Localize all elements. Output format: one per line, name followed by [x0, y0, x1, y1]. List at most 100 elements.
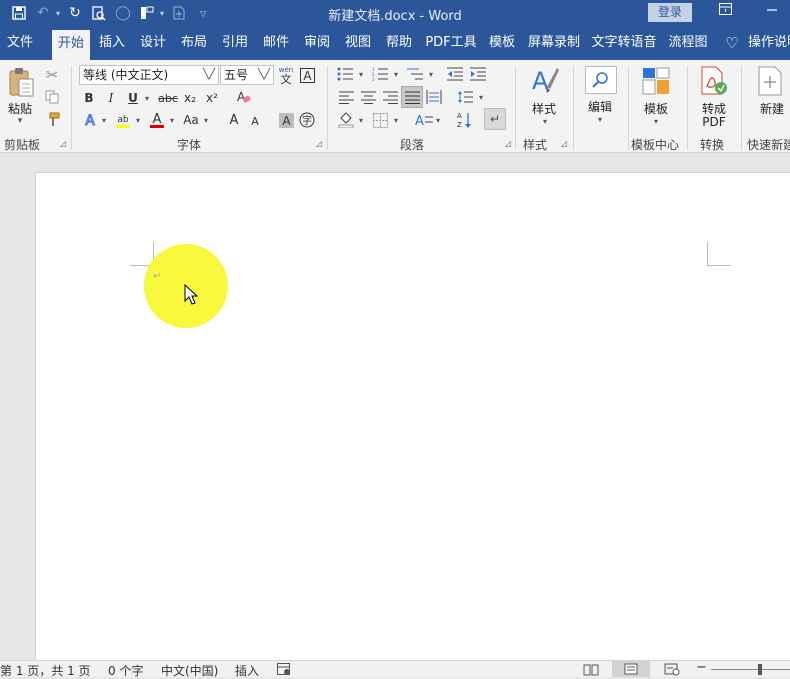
- tab-home[interactable]: 开始: [52, 30, 90, 60]
- align-center-icon[interactable]: [359, 88, 377, 106]
- format-painter-icon[interactable]: [43, 110, 61, 128]
- new-button[interactable]: 新建: [754, 100, 790, 117]
- text-effects-dropdown-icon[interactable]: ▾: [99, 111, 109, 129]
- tab-file[interactable]: 文件: [0, 26, 40, 60]
- font-launcher-icon[interactable]: ◿: [316, 139, 322, 148]
- bold-button[interactable]: B: [82, 89, 96, 107]
- borders-dropdown-icon[interactable]: ▾: [391, 111, 401, 129]
- text-effects-icon[interactable]: A: [82, 111, 98, 129]
- shading-icon[interactable]: [337, 111, 355, 129]
- tab-mailings[interactable]: 邮件: [258, 26, 294, 60]
- lightbulb-icon[interactable]: ♡: [722, 26, 742, 60]
- paste-button[interactable]: 粘贴: [5, 100, 35, 117]
- enclose-char-icon[interactable]: 字: [298, 111, 316, 129]
- increase-indent-icon[interactable]: [469, 65, 487, 83]
- tab-insert[interactable]: 插入: [94, 26, 130, 60]
- pdf-icon[interactable]: [698, 66, 728, 96]
- font-color-dropdown-icon[interactable]: ▾: [167, 111, 177, 129]
- insert-mode[interactable]: 插入: [235, 662, 259, 679]
- paste-icon[interactable]: [6, 66, 36, 98]
- minimize-icon[interactable]: [766, 4, 778, 20]
- word-count[interactable]: 0 个字: [108, 662, 143, 679]
- tab-layout[interactable]: 布局: [176, 26, 212, 60]
- font-size-combo[interactable]: 五号 ╲╱: [220, 65, 274, 85]
- tab-view[interactable]: 视图: [340, 26, 376, 60]
- font-name-combo[interactable]: 等线 (中文正文) ╲╱: [79, 65, 219, 85]
- tab-design[interactable]: 设计: [135, 26, 171, 60]
- bullets-icon[interactable]: [336, 65, 354, 83]
- document-canvas[interactable]: [0, 153, 790, 672]
- chinese-layout-icon[interactable]: A: [414, 111, 434, 129]
- language[interactable]: 中文(中国): [161, 662, 218, 679]
- sort-icon[interactable]: AZ: [456, 110, 474, 130]
- multilevel-list-icon[interactable]: [406, 65, 424, 83]
- template-icon[interactable]: [641, 66, 671, 96]
- tab-screen-record[interactable]: 屏幕录制: [525, 26, 583, 60]
- shading-dropdown-icon[interactable]: ▾: [356, 111, 366, 129]
- clipboard-launcher-icon[interactable]: ◿: [60, 139, 66, 148]
- justify-icon[interactable]: [401, 86, 423, 108]
- styles-icon[interactable]: A: [529, 65, 559, 97]
- numbering-icon[interactable]: 123: [371, 65, 389, 83]
- italic-button[interactable]: I: [104, 89, 118, 107]
- login-button[interactable]: 登录: [648, 3, 692, 22]
- align-right-icon[interactable]: [381, 88, 399, 106]
- clear-formatting-icon[interactable]: A: [234, 88, 252, 106]
- align-left-icon[interactable]: [337, 88, 355, 106]
- print-layout-icon[interactable]: [612, 661, 650, 677]
- line-spacing-dropdown-icon[interactable]: ▾: [476, 88, 486, 106]
- convert-button-line2[interactable]: PDF: [696, 115, 732, 129]
- shrink-font-button[interactable]: A: [249, 112, 261, 130]
- tab-tell-me[interactable]: 操作说明: [748, 26, 790, 60]
- char-border-icon[interactable]: A: [298, 66, 316, 84]
- underline-dropdown-icon[interactable]: ▾: [142, 89, 152, 107]
- zoom-out-icon[interactable]: −: [696, 660, 707, 675]
- font-color-icon[interactable]: A: [148, 110, 166, 130]
- paragraph-launcher-icon[interactable]: ◿: [505, 139, 511, 148]
- zoom-slider-thumb[interactable]: [758, 664, 762, 675]
- numbering-dropdown-icon[interactable]: ▾: [391, 65, 401, 83]
- copy-icon[interactable]: [43, 88, 61, 106]
- styles-button[interactable]: 样式: [527, 100, 561, 117]
- tab-flowchart[interactable]: 流程图: [665, 26, 711, 60]
- editing-dropdown-icon[interactable]: ▾: [594, 114, 606, 124]
- strikethrough-button[interactable]: abc: [158, 89, 178, 107]
- tab-references[interactable]: 引用: [217, 26, 253, 60]
- bullets-dropdown-icon[interactable]: ▾: [356, 65, 366, 83]
- tab-text-to-speech[interactable]: 文字转语音: [589, 26, 659, 60]
- paste-dropdown-icon[interactable]: ▾: [8, 116, 32, 126]
- zoom-slider-track[interactable]: [711, 669, 790, 670]
- show-marks-icon[interactable]: ↵: [484, 108, 506, 130]
- char-shading-icon[interactable]: A: [278, 111, 294, 129]
- line-spacing-icon[interactable]: [456, 88, 474, 106]
- phonetic-guide-icon[interactable]: wén 文: [277, 64, 295, 86]
- ribbon-display-options-icon[interactable]: [719, 3, 732, 19]
- styles-dropdown-icon[interactable]: ▾: [539, 116, 551, 126]
- superscript-button[interactable]: x²: [204, 89, 220, 107]
- change-case-button[interactable]: Aa: [181, 111, 201, 129]
- tab-review[interactable]: 审阅: [299, 26, 335, 60]
- template-dropdown-icon[interactable]: ▾: [650, 116, 662, 126]
- document-page[interactable]: [35, 172, 790, 672]
- new-document-icon[interactable]: [757, 66, 783, 96]
- tab-help[interactable]: 帮助: [381, 26, 417, 60]
- template-button[interactable]: 模板: [638, 100, 674, 117]
- editing-button[interactable]: 编辑: [583, 98, 617, 115]
- tab-pdf-tools[interactable]: PDF工具: [424, 26, 478, 60]
- borders-icon[interactable]: [371, 111, 389, 129]
- highlight-dropdown-icon[interactable]: ▾: [133, 111, 143, 129]
- text-highlight-icon[interactable]: ab: [114, 110, 132, 130]
- distributed-icon[interactable]: [425, 88, 443, 106]
- page-count[interactable]: 第 1 页，共 1 页: [0, 662, 91, 679]
- decrease-indent-icon[interactable]: [446, 65, 464, 83]
- find-icon[interactable]: [585, 66, 617, 94]
- grow-font-button[interactable]: A: [227, 111, 241, 129]
- change-case-dropdown-icon[interactable]: ▾: [201, 111, 211, 129]
- multilevel-dropdown-icon[interactable]: ▾: [426, 65, 436, 83]
- subscript-button[interactable]: x₂: [182, 89, 198, 107]
- chinese-layout-dropdown-icon[interactable]: ▾: [433, 111, 443, 129]
- styles-launcher-icon[interactable]: ◿: [561, 139, 567, 148]
- underline-button[interactable]: U: [126, 89, 140, 107]
- cut-icon[interactable]: ✂: [43, 66, 61, 84]
- tab-template[interactable]: 模板: [484, 26, 520, 60]
